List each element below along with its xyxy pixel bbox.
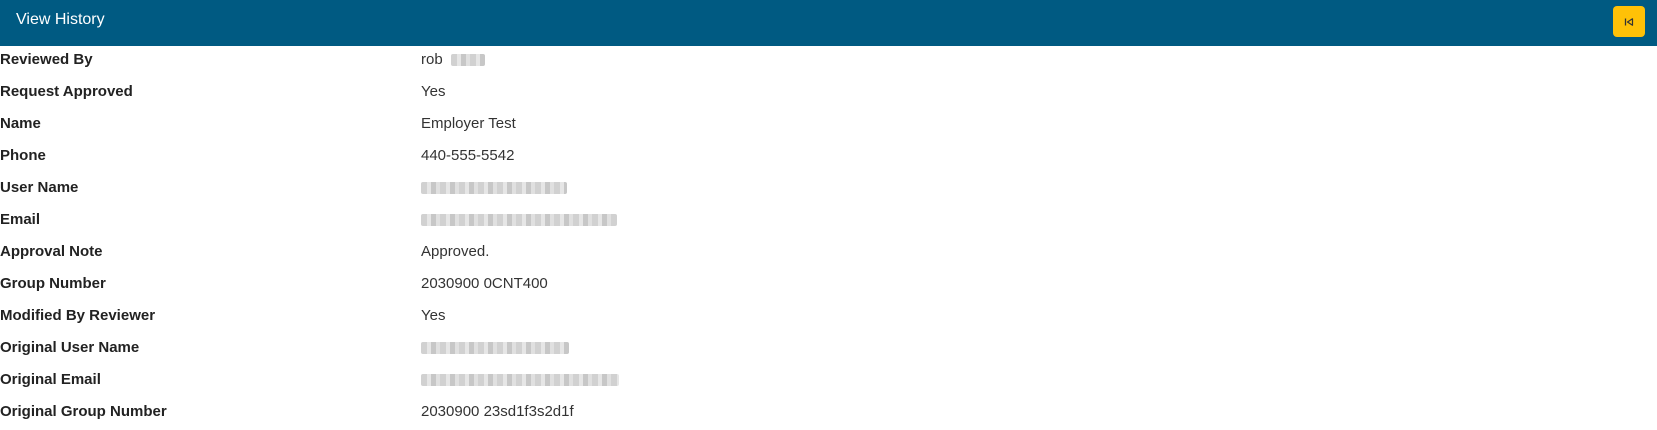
detail-label: Phone: [0, 147, 46, 164]
detail-row-phone: Phone 440-555-5542: [0, 142, 1657, 174]
detail-row-original-email: Original Email: [0, 366, 1657, 398]
detail-label: Group Number: [0, 275, 106, 292]
redacted-text: [421, 374, 619, 387]
redacted-text: [421, 182, 567, 195]
detail-row-user-name: User Name: [0, 174, 1657, 206]
detail-label: Original User Name: [0, 339, 140, 356]
detail-row-original-user-name: Original User Name: [0, 334, 1657, 366]
redacted-text: [421, 214, 617, 227]
detail-row-modified-by-reviewer: Modified By Reviewer Yes: [0, 302, 1657, 334]
detail-value: [421, 210, 617, 230]
detail-row-approval-note: Approval Note Approved.: [0, 238, 1657, 270]
detail-row-name: Name Employer Test: [0, 110, 1657, 142]
detail-value: Yes: [421, 307, 446, 324]
page-title: View History: [16, 11, 105, 28]
detail-label: Approval Note: [0, 243, 103, 260]
detail-row-email: Email: [0, 206, 1657, 238]
redacted-text: [421, 342, 569, 355]
detail-label: Name: [0, 115, 41, 132]
detail-row-group-number: Group Number 2030900 0CNT400: [0, 270, 1657, 302]
redacted-text: [450, 54, 485, 67]
detail-value: 440-555-5542: [421, 147, 515, 164]
detail-row-request-approved: Request Approved Yes: [0, 78, 1657, 110]
collapse-left-icon: [1624, 17, 1634, 26]
detail-value: [421, 338, 569, 358]
detail-value: Yes: [421, 83, 446, 100]
collapse-button[interactable]: [1613, 6, 1645, 37]
detail-row-reviewed-by: Reviewed By rob: [0, 46, 1657, 78]
detail-value: rob: [421, 50, 485, 70]
detail-label: Request Approved: [0, 83, 133, 100]
page-header: View History: [0, 0, 1657, 46]
detail-value: [421, 178, 567, 198]
detail-label: Email: [0, 211, 41, 228]
history-details: Reviewed By rob Request Approved Yes Nam…: [0, 46, 1657, 430]
detail-value: 2030900 0CNT400: [421, 275, 548, 292]
detail-row-original-group-number: Original Group Number 2030900 23sd1f3s2d…: [0, 398, 1657, 430]
detail-label: User Name: [0, 179, 79, 196]
detail-label: Original Email: [0, 371, 101, 388]
detail-label: Modified By Reviewer: [0, 307, 156, 324]
detail-value: Approved.: [421, 243, 490, 260]
detail-value: [421, 370, 619, 390]
detail-value: 2030900 23sd1f3s2d1f: [421, 403, 574, 420]
detail-label: Reviewed By: [0, 51, 93, 68]
detail-value: Employer Test: [421, 115, 516, 132]
detail-value-text: rob: [421, 51, 443, 68]
detail-label: Original Group Number: [0, 403, 167, 420]
